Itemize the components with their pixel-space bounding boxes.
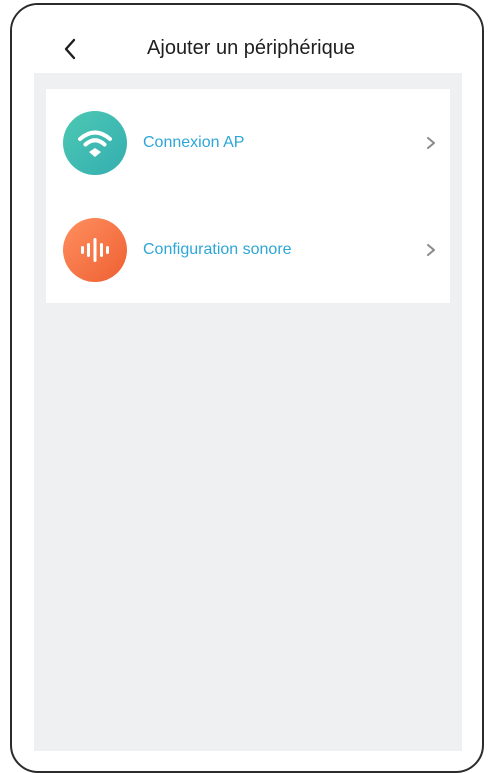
wifi-icon bbox=[63, 110, 127, 175]
chevron-right-icon bbox=[424, 136, 438, 150]
page-title: Ajouter un périphérique bbox=[147, 37, 355, 59]
device-frame: Ajouter un périphérique Connexion AP Con… bbox=[10, 3, 484, 773]
header: Ajouter un périphérique bbox=[12, 5, 482, 73]
chevron-right-icon bbox=[424, 243, 438, 257]
option-configuration-sonore[interactable]: Configuration sonore bbox=[46, 196, 450, 303]
option-label: Connexion AP bbox=[143, 133, 245, 151]
option-label: Configuration sonore bbox=[143, 240, 292, 258]
sound-wave-icon bbox=[63, 217, 127, 282]
option-connexion-ap[interactable]: Connexion AP bbox=[46, 89, 450, 196]
content-area: Connexion AP Configuration sonore bbox=[34, 73, 462, 751]
option-list: Connexion AP Configuration sonore bbox=[46, 89, 450, 303]
